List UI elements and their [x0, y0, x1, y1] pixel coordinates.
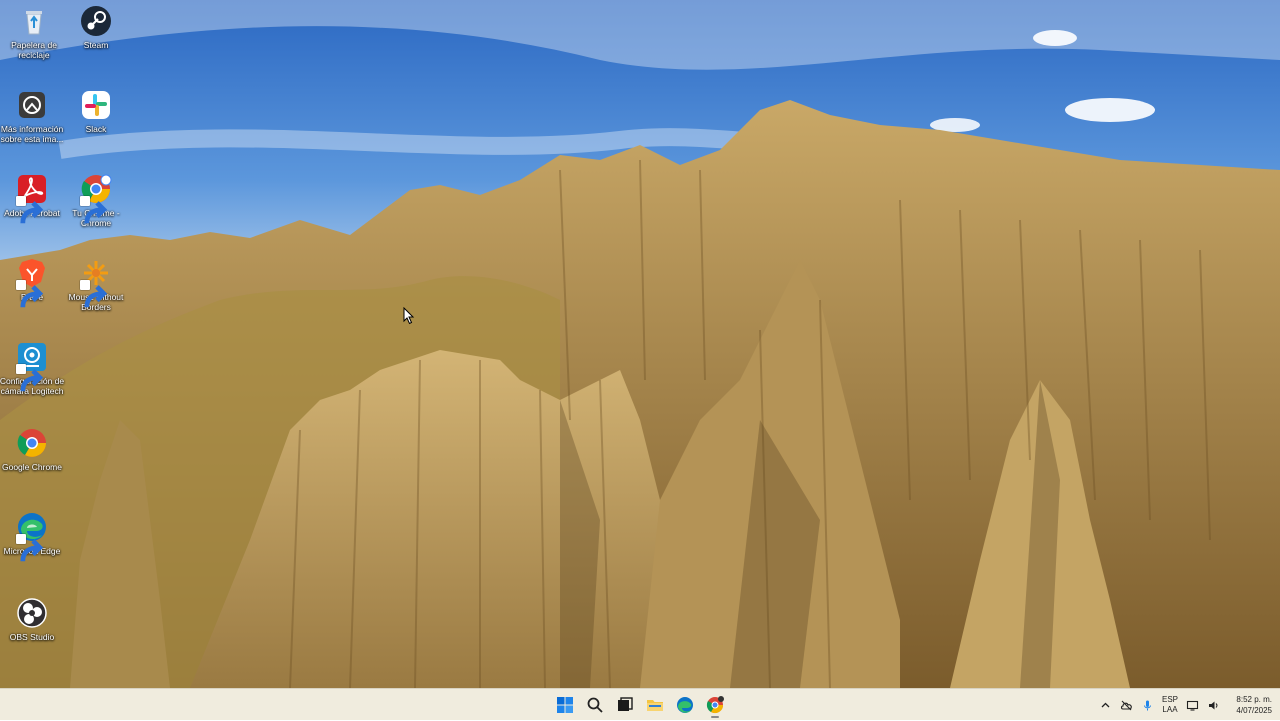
- desktop-icon-steam[interactable]: Steam: [62, 4, 130, 50]
- desktop-icon-more-info[interactable]: Más información sobre esta ima...: [0, 88, 66, 144]
- start-button[interactable]: [552, 692, 578, 718]
- acrobat-icon: [15, 172, 49, 224]
- edge-icon: [15, 510, 49, 562]
- desktop[interactable]: Papelera de reciclaje Steam Más informac…: [0, 0, 1280, 688]
- shortcut-arrow-icon: [16, 196, 44, 224]
- system-tray: ESP LAA 8:52 p. m. 4/07/2025: [1099, 689, 1272, 721]
- shortcut-arrow-icon: [16, 534, 44, 562]
- search-button[interactable]: [582, 692, 608, 718]
- desktop-icon-microsoft-edge[interactable]: Microsoft Edge: [0, 510, 66, 562]
- desktop-icon-obs-studio[interactable]: OBS Studio: [0, 596, 66, 642]
- chrome-icon: [15, 426, 49, 460]
- search-icon: [587, 697, 603, 713]
- taskbar: ESP LAA 8:52 p. m. 4/07/2025: [0, 688, 1280, 720]
- desktop-icon-slack[interactable]: Slack: [62, 88, 130, 134]
- shortcut-arrow-icon: [16, 364, 44, 392]
- volume-icon[interactable]: [1207, 699, 1220, 712]
- microphone-icon[interactable]: [1141, 699, 1154, 712]
- language-code: ESP: [1161, 695, 1178, 704]
- task-view-icon: [618, 697, 633, 711]
- info-camera-icon: [15, 88, 49, 122]
- desktop-icon-label: Papelera de reciclaje: [11, 40, 57, 60]
- steam-icon: [79, 4, 113, 38]
- slack-icon: [79, 88, 113, 122]
- desktop-icon-label: Más información sobre esta ima...: [0, 124, 64, 144]
- desktop-icon-label: OBS Studio: [9, 632, 55, 642]
- clock[interactable]: 8:52 p. m. 4/07/2025: [1228, 694, 1272, 716]
- desktop-icon-recycle-bin[interactable]: Papelera de reciclaje: [0, 4, 68, 60]
- obs-icon: [15, 596, 49, 630]
- clock-date: 4/07/2025: [1236, 706, 1272, 715]
- desktop-icon-label: Google Chrome: [1, 462, 62, 472]
- logitech-camera-icon: [15, 340, 49, 392]
- shortcut-arrow-icon: [80, 196, 108, 224]
- file-explorer-button[interactable]: [642, 692, 668, 718]
- desktop-icon-mouse-without-borders[interactable]: Mouse without Borders: [62, 256, 130, 312]
- chevron-up-icon[interactable]: [1099, 699, 1112, 712]
- keyboard-layout: LAA: [1162, 705, 1178, 714]
- shortcut-arrow-icon: [16, 280, 44, 308]
- desktop-icon-chrome-profile[interactable]: Tu Chrome - Chrome: [62, 172, 130, 228]
- shortcut-arrow-icon: [80, 280, 108, 308]
- language-indicator[interactable]: ESP LAA: [1162, 695, 1178, 715]
- mouse-cursor-icon: [403, 307, 415, 325]
- desktop-icon-adobe-acrobat[interactable]: Adobe Acrobat: [0, 172, 66, 224]
- edge-icon: [677, 697, 693, 713]
- chrome-profile-icon: [79, 172, 113, 224]
- clock-time: 8:52 p. m.: [1236, 695, 1272, 704]
- recycle-bin-icon: [17, 4, 51, 38]
- edge-taskbar-button[interactable]: [672, 692, 698, 718]
- chrome-taskbar-button[interactable]: [702, 692, 728, 718]
- network-display-icon[interactable]: [1186, 699, 1199, 712]
- desktop-icon-brave[interactable]: Brave: [0, 256, 66, 308]
- desktop-icon-label: Slack: [85, 124, 107, 134]
- desktop-wallpaper: [0, 0, 1280, 688]
- start-icon: [557, 697, 573, 713]
- desktop-icon-label: Steam: [83, 40, 109, 50]
- taskbar-apps: [552, 689, 728, 721]
- mouse-without-borders-icon: [79, 256, 113, 308]
- brave-icon: [15, 256, 49, 308]
- desktop-icon-google-chrome[interactable]: Google Chrome: [0, 426, 66, 472]
- cloud-offline-icon[interactable]: [1120, 699, 1133, 712]
- task-view-button[interactable]: [612, 692, 638, 718]
- file-explorer-icon: [647, 700, 663, 711]
- desktop-icon-logitech-camera[interactable]: Configuración de cámara Logitech: [0, 340, 66, 396]
- chrome-icon: [706, 696, 724, 714]
